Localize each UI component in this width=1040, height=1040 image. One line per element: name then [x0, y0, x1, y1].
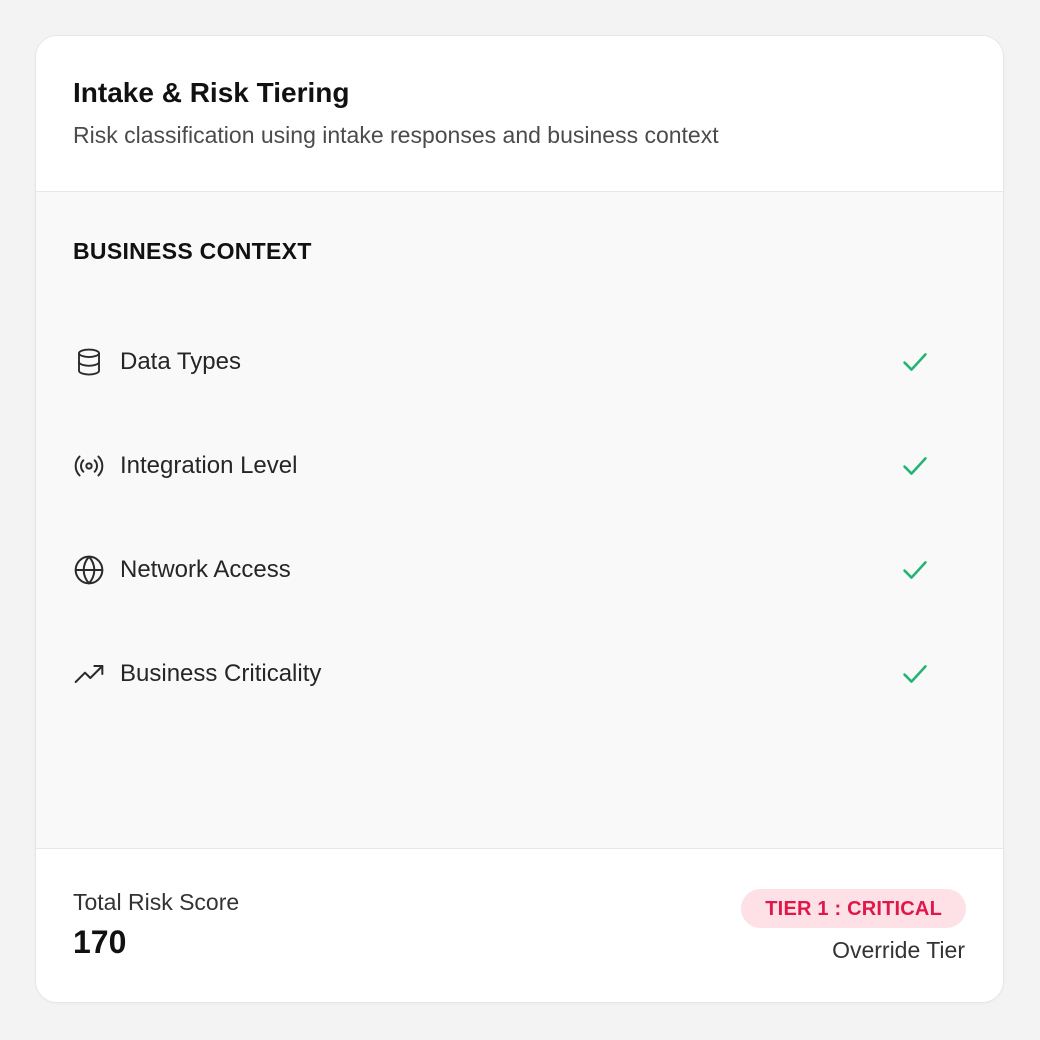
check-icon [900, 659, 930, 689]
check-icon [900, 555, 930, 585]
list-item-integration-level[interactable]: Integration Level [73, 414, 966, 518]
business-context-panel: BUSINESS CONTEXT Data Types Integration … [36, 192, 1003, 848]
card-subtitle: Risk classification using intake respons… [73, 122, 719, 148]
database-icon [73, 346, 105, 378]
card-title: Intake & Risk Tiering [73, 77, 350, 108]
globe-icon [73, 554, 105, 586]
business-context-list: Data Types Integration Level Network Acc… [73, 310, 966, 726]
tier-badge: TIER 1 : CRITICAL [741, 889, 966, 928]
broadcast-icon [73, 450, 105, 482]
list-item-data-types[interactable]: Data Types [73, 310, 966, 414]
list-item-network-access[interactable]: Network Access [73, 518, 966, 622]
card-header: Intake & Risk Tiering Risk classificatio… [36, 36, 1003, 192]
list-item-label: Data Types [120, 348, 241, 375]
check-icon [900, 347, 930, 377]
section-title: BUSINESS CONTEXT [73, 238, 312, 264]
check-icon [900, 451, 930, 481]
card-footer: Total Risk Score 170 TIER 1 : CRITICAL O… [36, 848, 1003, 1002]
list-item-label: Business Criticality [120, 660, 322, 687]
override-tier-link[interactable]: Override Tier [832, 935, 965, 965]
list-item-label: Network Access [120, 556, 291, 583]
trending-up-icon [73, 658, 105, 690]
list-item-label: Integration Level [120, 452, 298, 479]
intake-risk-card: Intake & Risk Tiering Risk classificatio… [35, 35, 1004, 1003]
list-item-business-criticality[interactable]: Business Criticality [73, 622, 966, 726]
